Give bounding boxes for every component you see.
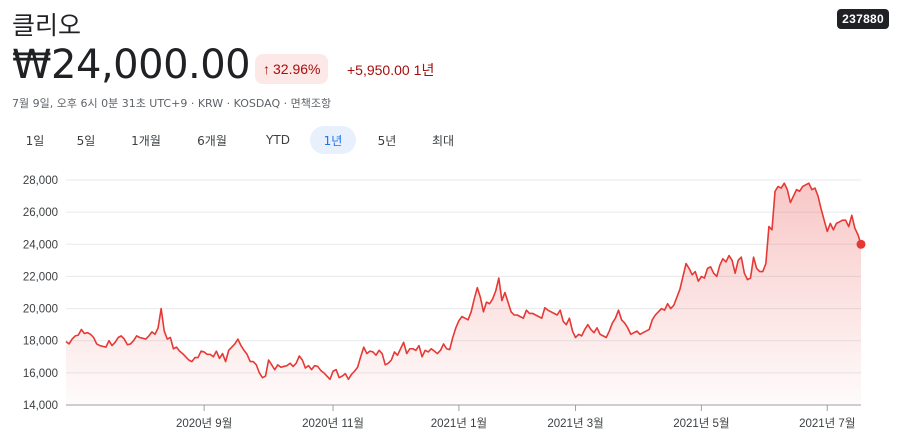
tab-1y[interactable]: 1년 [310, 126, 356, 154]
current-price: ₩24,000.00 [12, 42, 251, 88]
change-absolute: +5,950.00 1년 [347, 60, 438, 80]
x-tick-label: 2021년 1월 [431, 417, 487, 430]
ticker-badge: 237880 [837, 9, 889, 29]
tab-5y[interactable]: 5년 [356, 126, 418, 154]
x-tick-label: 2021년 5월 [673, 417, 729, 430]
x-tick-label: 2020년 9월 [176, 417, 232, 430]
range-tabs: 1일 5일 1개월 6개월 YTD 1년 5년 최대 [12, 126, 468, 154]
x-tick-label: 2021년 3월 [547, 417, 603, 430]
tab-1d[interactable]: 1일 [12, 126, 58, 154]
y-tick-label: 24,000 [23, 239, 58, 251]
price-chart[interactable]: 28,000 26,000 24,000 22,000 20,000 18,000 16,0… [0, 160, 897, 444]
change-percent: 32.96% [273, 61, 321, 77]
change-period: 1년 [413, 62, 435, 78]
y-tick-label: 28,000 [23, 175, 58, 187]
x-axis: 2020년 9월 2020년 11월 2021년 1월 2021년 3월 2021년 5… [176, 405, 855, 430]
x-tick-label: 2021년 7월 [799, 417, 855, 430]
y-axis: 28,000 26,000 24,000 22,000 20,000 18,000 16,0… [23, 175, 58, 412]
change-percent-badge: ↑ 32.96% [255, 54, 329, 84]
y-tick-label: 26,000 [23, 207, 58, 219]
arrow-up-icon: ↑ [263, 61, 270, 77]
tab-max[interactable]: 최대 [418, 126, 468, 154]
y-tick-label: 20,000 [23, 304, 58, 316]
y-tick-label: 14,000 [23, 400, 58, 412]
current-price-marker [856, 239, 866, 249]
quote-meta: 7월 9일, 오후 6시 0분 31초 UTC+9 · KRW · KOSDAQ… [12, 97, 332, 110]
y-tick-label: 16,000 [23, 368, 58, 380]
tab-6m[interactable]: 6개월 [178, 126, 246, 154]
change-amount: +5,950.00 [347, 62, 410, 78]
price-area [66, 183, 861, 405]
tab-ytd[interactable]: YTD [246, 126, 310, 154]
stock-name: 클리오 [12, 11, 82, 40]
y-tick-label: 22,000 [23, 271, 58, 283]
x-tick-label: 2020년 11월 [302, 417, 364, 430]
tab-1m[interactable]: 1개월 [114, 126, 178, 154]
y-tick-label: 18,000 [23, 336, 58, 348]
tab-5d[interactable]: 5일 [58, 126, 114, 154]
